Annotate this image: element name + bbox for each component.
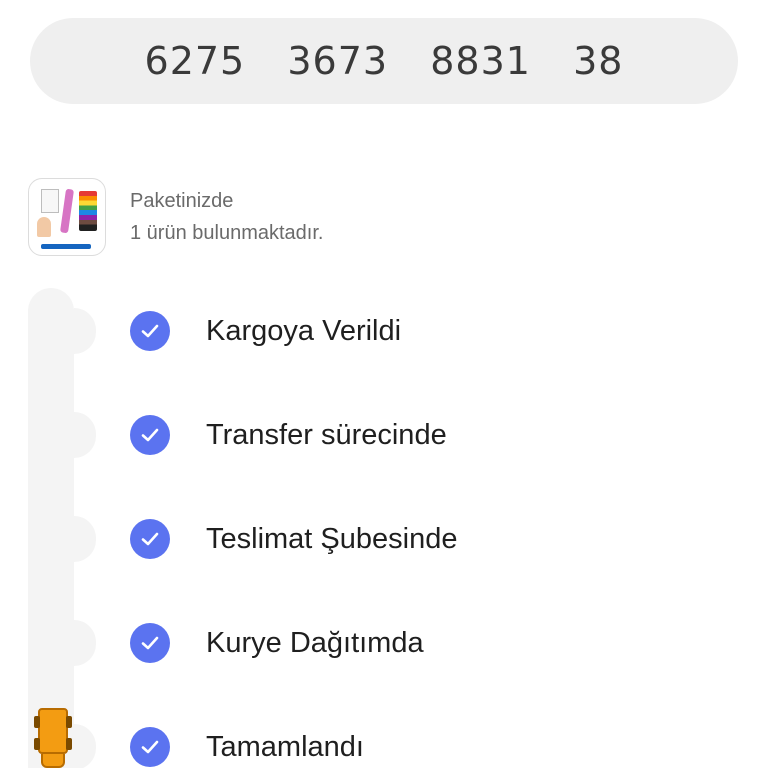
package-info-line2: 1 ürün bulunmaktadır. xyxy=(130,222,324,244)
timeline-rail-notch xyxy=(74,724,96,768)
package-summary[interactable]: Paketinizde 1 ürün bulunmaktadır. xyxy=(28,178,323,256)
timeline-step-teslimat-subesinde: Teslimat Şubesinde xyxy=(130,519,457,559)
timeline-rail-notch xyxy=(74,308,96,354)
timeline-step-label: Tamamlandı xyxy=(206,730,364,763)
timeline-rail xyxy=(28,288,96,768)
timeline-step-transfer-surecinde: Transfer sürecinde xyxy=(130,415,447,455)
timeline-rail-notch xyxy=(74,412,96,458)
check-circle-icon xyxy=(130,623,170,663)
timeline-step-kurye-dagitimda: Kurye Dağıtımda xyxy=(130,623,424,663)
brand-logo-graphic xyxy=(41,244,91,249)
check-circle-icon xyxy=(130,415,170,455)
package-info: Paketinizde 1 ürün bulunmaktadır. xyxy=(130,185,323,249)
check-circle-icon xyxy=(130,519,170,559)
timeline-step-tamamlandi: Tamamlandı xyxy=(130,727,364,767)
timeline-step-kargoya-verildi: Kargoya Verildi xyxy=(130,311,401,351)
truck-wheel xyxy=(66,716,72,728)
package-info-line1: Paketinizde xyxy=(130,190,234,212)
timeline-step-label: Kargoya Verildi xyxy=(206,314,402,347)
shipment-tracking-screen: 6275 3673 8831 38 Paketinizde 1 ürün bul… xyxy=(0,0,768,768)
truck-wheel xyxy=(34,716,40,728)
child-figure-graphic xyxy=(37,217,51,237)
product-box-graphic xyxy=(41,189,59,213)
truck-wheel xyxy=(66,738,72,750)
timeline-step-label: Teslimat Şubesinde xyxy=(206,522,458,555)
timeline-rail-notch xyxy=(74,516,96,562)
tracking-number: 6275 3673 8831 38 xyxy=(144,39,624,83)
pen-graphic xyxy=(59,188,75,234)
tracking-number-bar[interactable]: 6275 3673 8831 38 xyxy=(30,18,738,104)
timeline-rail-notch xyxy=(74,620,96,666)
truck-body xyxy=(38,708,68,754)
truck-wheel xyxy=(34,738,40,750)
filament-strips-graphic xyxy=(79,191,97,231)
timeline-step-label: Kurye Dağıtımda xyxy=(206,626,424,659)
check-circle-icon xyxy=(130,727,170,767)
truck-cab xyxy=(41,754,65,768)
check-circle-icon xyxy=(130,311,170,351)
product-thumbnail[interactable] xyxy=(28,178,106,256)
delivery-truck-icon xyxy=(34,708,72,768)
timeline-step-label: Transfer sürecinde xyxy=(206,418,447,451)
